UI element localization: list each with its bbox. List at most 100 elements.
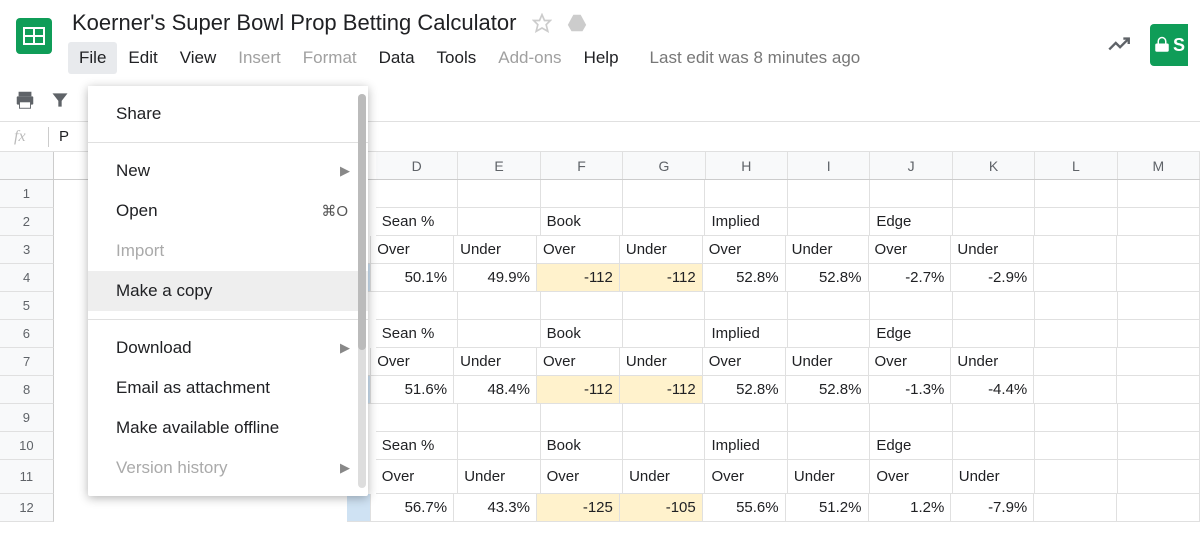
cell[interactable]: Implied: [705, 320, 787, 348]
cell[interactable]: Over: [870, 460, 952, 494]
cell[interactable]: [623, 208, 705, 236]
cell[interactable]: [1118, 180, 1200, 208]
move-to-drive-icon[interactable]: [566, 12, 588, 34]
cell[interactable]: [705, 180, 787, 208]
activity-chart-icon[interactable]: [1106, 31, 1132, 60]
cell[interactable]: [788, 432, 870, 460]
cell[interactable]: [623, 180, 705, 208]
sheets-logo[interactable]: [12, 14, 56, 58]
cell[interactable]: [870, 292, 952, 320]
cell[interactable]: [1035, 292, 1117, 320]
cell[interactable]: [788, 404, 870, 432]
cell[interactable]: [953, 432, 1035, 460]
cell[interactable]: [1034, 264, 1117, 292]
file-menu-new[interactable]: New▶: [88, 151, 368, 191]
cell[interactable]: Over: [869, 348, 952, 376]
cell[interactable]: Under: [953, 460, 1035, 494]
cell[interactable]: -112: [537, 264, 620, 292]
menu-data[interactable]: Data: [368, 42, 426, 74]
menu-help[interactable]: Help: [573, 42, 630, 74]
cell[interactable]: [541, 404, 623, 432]
select-all-corner[interactable]: [0, 152, 54, 179]
cell[interactable]: 51.2%: [786, 494, 869, 522]
cell[interactable]: [1034, 348, 1117, 376]
cell[interactable]: [1035, 208, 1117, 236]
row-header[interactable]: 11: [0, 460, 54, 494]
col-header[interactable]: M: [1118, 152, 1200, 179]
row-header[interactable]: 8: [0, 376, 54, 404]
cell[interactable]: [623, 432, 705, 460]
cell[interactable]: [788, 320, 870, 348]
cell[interactable]: Over: [371, 236, 454, 264]
cell[interactable]: [870, 404, 952, 432]
col-header[interactable]: J: [870, 152, 952, 179]
cell[interactable]: 43.3%: [454, 494, 537, 522]
cell[interactable]: [623, 292, 705, 320]
cell[interactable]: [1117, 348, 1200, 376]
star-icon[interactable]: [532, 12, 554, 34]
cell[interactable]: [1117, 494, 1200, 522]
cell[interactable]: -4.4%: [951, 376, 1034, 404]
cell[interactable]: [458, 208, 540, 236]
cell[interactable]: Edge: [870, 432, 952, 460]
cell[interactable]: [376, 180, 458, 208]
cell[interactable]: [1117, 236, 1200, 264]
cell[interactable]: 48.4%: [454, 376, 537, 404]
row-header[interactable]: 4: [0, 264, 54, 292]
menu-scrollbar[interactable]: [358, 94, 366, 488]
cell[interactable]: Over: [703, 236, 786, 264]
cell[interactable]: Under: [623, 460, 705, 494]
cell[interactable]: 52.8%: [703, 264, 786, 292]
cell[interactable]: -7.9%: [951, 494, 1034, 522]
cell[interactable]: Under: [951, 236, 1034, 264]
cell[interactable]: -1.3%: [869, 376, 952, 404]
cell[interactable]: Book: [541, 432, 623, 460]
cell[interactable]: [1035, 320, 1117, 348]
cell[interactable]: Edge: [870, 320, 952, 348]
col-header[interactable]: F: [541, 152, 623, 179]
cell[interactable]: [623, 320, 705, 348]
cell[interactable]: [953, 292, 1035, 320]
cell[interactable]: -2.9%: [951, 264, 1034, 292]
menu-addons[interactable]: Add-ons: [487, 42, 572, 74]
cell[interactable]: 52.8%: [703, 376, 786, 404]
row-header[interactable]: 6: [0, 320, 54, 348]
cell[interactable]: [1118, 432, 1200, 460]
file-menu-download[interactable]: Download▶: [88, 328, 368, 368]
cell[interactable]: [953, 404, 1035, 432]
cell[interactable]: Under: [786, 236, 869, 264]
cell[interactable]: [1034, 376, 1117, 404]
row-header[interactable]: 3: [0, 236, 54, 264]
cell[interactable]: [705, 404, 787, 432]
cell[interactable]: 1.2%: [869, 494, 952, 522]
cell[interactable]: [788, 292, 870, 320]
cell[interactable]: [1118, 292, 1200, 320]
cell[interactable]: -125: [537, 494, 620, 522]
row-header[interactable]: 1: [0, 180, 54, 208]
menu-view[interactable]: View: [169, 42, 228, 74]
cell[interactable]: -112: [537, 376, 620, 404]
cell[interactable]: [376, 404, 458, 432]
cell[interactable]: [788, 208, 870, 236]
cell[interactable]: Implied: [705, 432, 787, 460]
cell[interactable]: -2.7%: [869, 264, 952, 292]
cell[interactable]: 50.1%: [371, 264, 454, 292]
cell[interactable]: 55.6%: [703, 494, 786, 522]
cell[interactable]: [623, 404, 705, 432]
cell[interactable]: [458, 180, 540, 208]
col-header[interactable]: L: [1035, 152, 1117, 179]
cell[interactable]: [347, 494, 371, 522]
cell[interactable]: Over: [537, 236, 620, 264]
file-menu-email[interactable]: Email as attachment: [88, 368, 368, 408]
row-header[interactable]: 5: [0, 292, 54, 320]
row-header[interactable]: 9: [0, 404, 54, 432]
col-header[interactable]: E: [458, 152, 540, 179]
cell[interactable]: [1035, 404, 1117, 432]
cell[interactable]: Over: [537, 348, 620, 376]
col-header[interactable]: H: [706, 152, 788, 179]
cell[interactable]: [1035, 180, 1117, 208]
cell[interactable]: [458, 404, 540, 432]
print-icon[interactable]: [14, 89, 36, 114]
cell[interactable]: [953, 320, 1035, 348]
last-edit-text[interactable]: Last edit was 8 minutes ago: [650, 48, 861, 68]
